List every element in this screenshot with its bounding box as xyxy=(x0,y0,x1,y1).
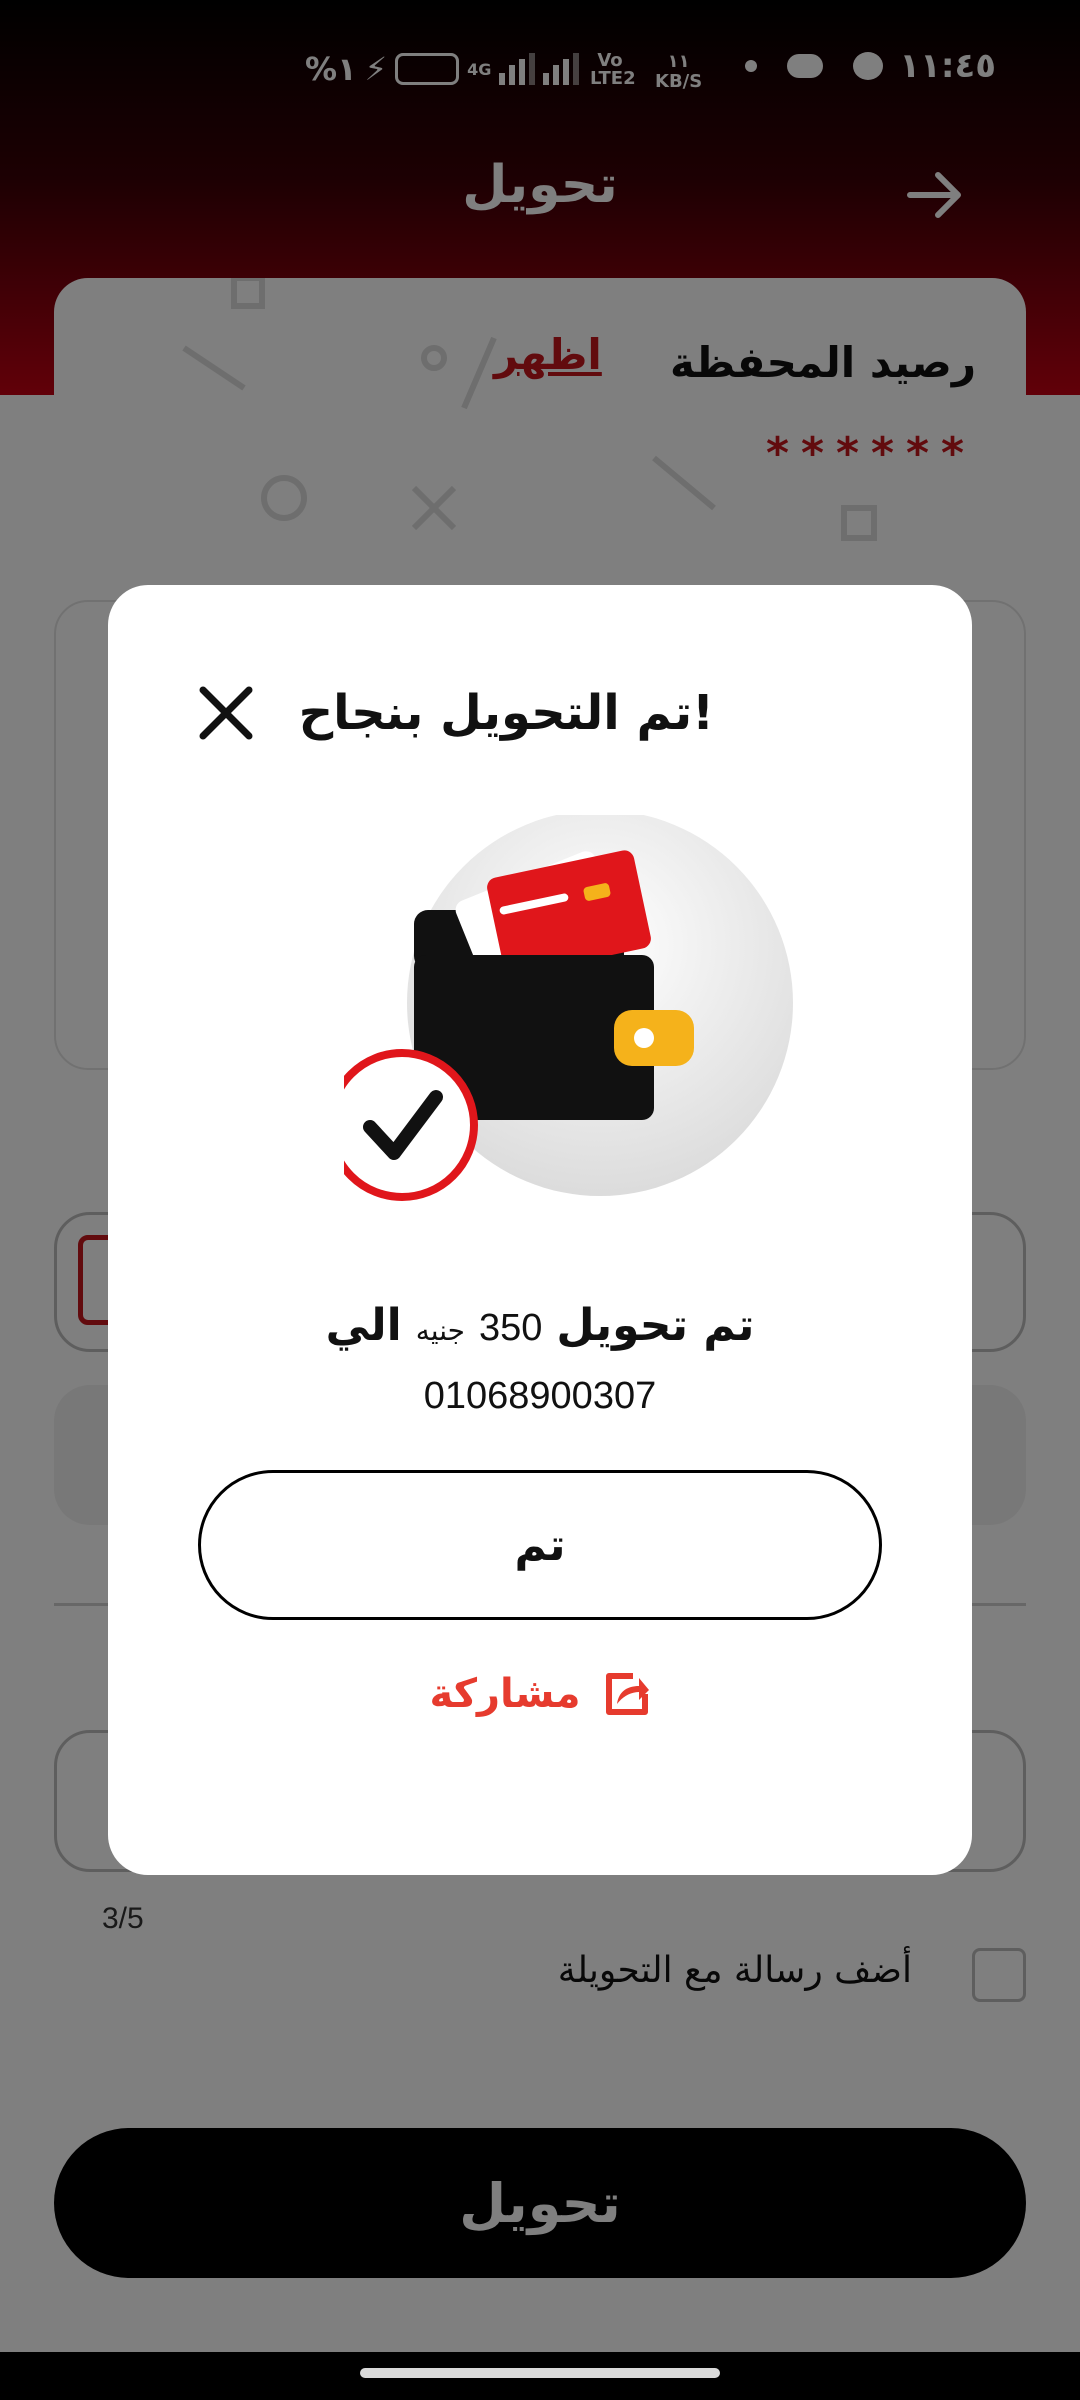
currency-label: جنيه xyxy=(415,1314,465,1347)
close-icon[interactable] xyxy=(193,680,259,746)
share-icon xyxy=(605,1673,649,1715)
share-label: مشاركة xyxy=(429,1671,581,1717)
home-handle[interactable] xyxy=(360,2368,720,2378)
transfer-success-dialog: تم التحويل بنجاح! تم تحويل 350 جنيه الي … xyxy=(108,585,972,1875)
done-button[interactable]: تم xyxy=(198,1470,882,1620)
dialog-title: تم التحويل بنجاح! xyxy=(298,685,714,741)
wallet-success-illustration xyxy=(344,815,793,1201)
recipient-number: 01068900307 xyxy=(423,1375,657,1417)
summary-to: الي xyxy=(325,1300,402,1351)
share-button[interactable]: مشاركة xyxy=(108,1670,972,1718)
transfer-summary: تم تحويل 350 جنيه الي xyxy=(108,1300,972,1351)
transfer-amount: 350 xyxy=(478,1307,543,1349)
summary-prefix: تم تحويل xyxy=(556,1300,755,1351)
